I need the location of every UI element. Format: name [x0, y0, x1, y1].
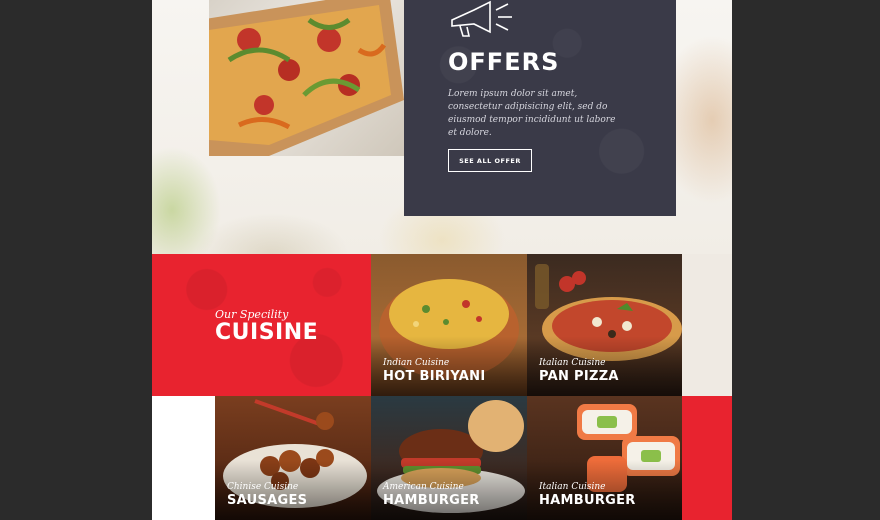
see-all-offer-button[interactable]: SEE ALL OFFER — [448, 149, 532, 172]
blank-cell — [152, 396, 215, 520]
tile-title: PAN PIZZA — [539, 369, 619, 384]
cuisine-header-block: Our Specility CUISINE — [152, 254, 371, 396]
cuisine-tile-hot-biriyani[interactable]: Indian Cuisine HOT BIRIYANI — [371, 254, 527, 396]
megaphone-icon — [451, 0, 512, 37]
cuisine-tile-italian-hamburger[interactable]: Italian Cuisine HAMBURGER — [527, 396, 682, 520]
red-accent-strip — [682, 396, 732, 520]
tile-title: HOT BIRIYANI — [383, 369, 486, 384]
tile-subtitle: American Cuisine — [383, 482, 464, 492]
right-frame — [732, 0, 880, 520]
cuisine-title: CUISINE — [215, 320, 319, 345]
tile-title: SAUSAGES — [227, 493, 308, 508]
tile-subtitle: Italian Cuisine — [539, 358, 606, 368]
pizza-illustration — [209, 0, 404, 156]
offers-card: OFFERS Lorem ipsum dolor sit amet, conse… — [404, 0, 676, 216]
tile-subtitle: Indian Cuisine — [383, 358, 450, 368]
right-background — [682, 254, 732, 396]
cuisine-tile-american-hamburger[interactable]: American Cuisine HAMBURGER — [371, 396, 527, 520]
tile-subtitle: Italian Cuisine — [539, 482, 606, 492]
left-frame — [0, 0, 152, 520]
offers-description: Lorem ipsum dolor sit amet, consectetur … — [448, 89, 616, 138]
tile-subtitle: Chinise Cuisine — [227, 482, 299, 492]
page-canvas: OFFERS Lorem ipsum dolor sit amet, conse… — [152, 0, 732, 520]
cuisine-tile-pan-pizza[interactable]: Italian Cuisine PAN PIZZA — [527, 254, 682, 396]
tile-title: HAMBURGER — [539, 493, 636, 508]
pizza-image — [209, 0, 404, 156]
tile-title: HAMBURGER — [383, 493, 480, 508]
offers-title: OFFERS — [448, 48, 560, 76]
cuisine-tile-sausages[interactable]: Chinise Cuisine SAUSAGES — [215, 396, 371, 520]
